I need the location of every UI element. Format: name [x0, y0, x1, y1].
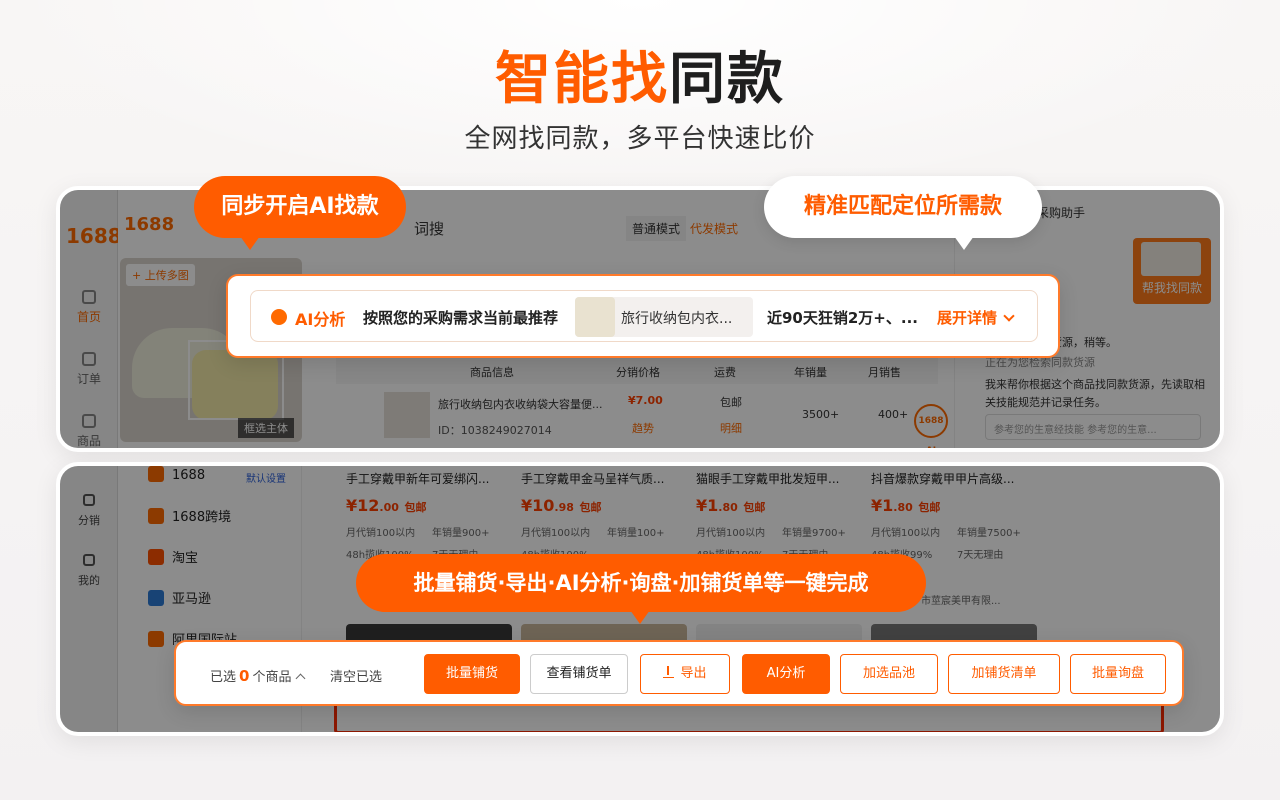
- selected-number: 0: [239, 667, 250, 685]
- callout-batch-actions: 批量铺货·导出·AI分析·询盘·加铺货单等一键完成: [356, 554, 926, 624]
- export-button[interactable]: 导出: [640, 654, 730, 694]
- recommended-product-name: 旅行收纳包内衣...: [621, 311, 733, 327]
- product-thumbnail: [575, 297, 615, 337]
- export-label: 导出: [680, 666, 707, 681]
- selected-prefix: 已选: [210, 670, 237, 685]
- view-list-button[interactable]: 查看铺货单: [530, 654, 628, 694]
- batch-list-button[interactable]: 批量铺货: [424, 654, 520, 694]
- callout-ai-toggle: 同步开启AI找款: [194, 176, 406, 250]
- ai-recommendation-text: 按照您的采购需求当前最推荐: [363, 309, 559, 327]
- sales-summary: 近90天狂销2万+、...: [767, 309, 918, 327]
- expand-details-button[interactable]: 展开详情: [937, 307, 1015, 328]
- chevron-up-icon: [296, 673, 306, 684]
- ai-analysis-label: AI分析: [295, 310, 346, 329]
- title-highlight: 智能找: [495, 47, 669, 112]
- title-rest: 同款: [669, 47, 785, 112]
- clear-selection-button[interactable]: 清空已选: [330, 666, 382, 685]
- selected-suffix: 个商品: [252, 670, 292, 685]
- expand-label: 展开详情: [937, 309, 998, 327]
- callout-precise-match: 精准匹配定位所需款: [764, 176, 1042, 250]
- ai-analysis-content: AI分析 按照您的采购需求当前最推荐 旅行收纳包内衣... 近90天狂销2万+、…: [250, 290, 1038, 342]
- ai-analysis-bar: AI分析 按照您的采购需求当前最推荐 旅行收纳包内衣... 近90天狂销2万+、…: [226, 274, 1060, 358]
- add-list-button[interactable]: 加铺货清单: [948, 654, 1060, 694]
- add-pool-button[interactable]: 加选品池: [840, 654, 938, 694]
- batch-action-bar: 已选 0 个商品 清空已选 批量铺货 查看铺货单 导出 AI分析 加选品池 加铺货清…: [174, 640, 1184, 706]
- export-icon: [663, 666, 675, 678]
- chevron-down-icon: [1003, 310, 1015, 322]
- selected-count[interactable]: 已选 0 个商品: [210, 666, 306, 685]
- recommended-product-chip[interactable]: 旅行收纳包内衣...: [575, 297, 753, 337]
- batch-inquiry-button[interactable]: 批量询盘: [1070, 654, 1166, 694]
- ai-chat-icon: [271, 309, 287, 325]
- ai-analysis-button[interactable]: AI分析: [742, 654, 830, 694]
- page-title: 智能找同款: [0, 44, 1280, 116]
- page-subtitle: 全网找同款，多平台快速比价: [464, 124, 816, 154]
